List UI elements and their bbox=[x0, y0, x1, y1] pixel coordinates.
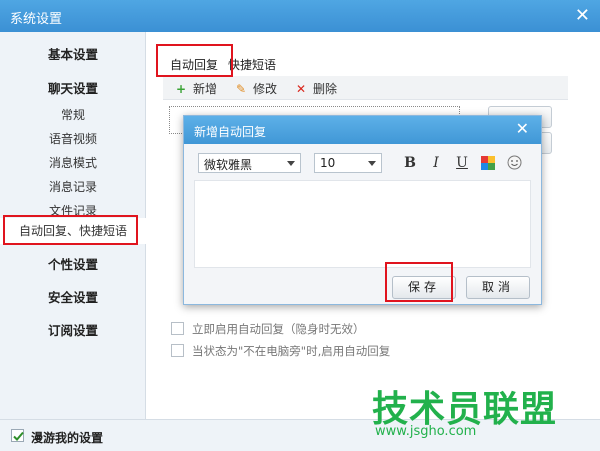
tab-auto-reply[interactable]: 自动回复 bbox=[170, 56, 218, 73]
delete-button[interactable]: ✕ 删除 bbox=[295, 80, 337, 97]
font-size-select[interactable]: 10 bbox=[314, 153, 382, 173]
checkbox-enable-now[interactable] bbox=[171, 322, 184, 335]
roam-label: 漫游我的设置 bbox=[31, 431, 104, 445]
delete-icon: ✕ bbox=[295, 82, 307, 96]
add-button[interactable]: + 新增 bbox=[175, 80, 217, 97]
cancel-button[interactable]: 取消 bbox=[466, 276, 530, 299]
new-auto-reply-dialog: 新增自动回复 ✕ 微软雅黑 10 B I U 保存 取消 bbox=[183, 115, 542, 305]
sidebar-section-chat[interactable]: 聊天设置 bbox=[0, 78, 146, 97]
edit-label: 修改 bbox=[253, 82, 278, 96]
roam-checkbox[interactable] bbox=[11, 429, 24, 442]
edit-button[interactable]: ✎ 修改 bbox=[235, 80, 277, 97]
sidebar-item-message-history[interactable]: 消息记录 bbox=[0, 178, 146, 195]
emoji-icon[interactable] bbox=[505, 153, 523, 173]
dialog-title-bar: 新增自动回复 ✕ bbox=[184, 116, 541, 144]
sidebar-item-auto-reply[interactable]: 自动回复、快捷短语 bbox=[0, 218, 146, 244]
sidebar-section-personal[interactable]: 个性设置 bbox=[0, 254, 146, 273]
sidebar-item-general[interactable]: 常规 bbox=[0, 106, 146, 123]
color-icon[interactable] bbox=[479, 153, 497, 173]
sidebar: 基本设置 聊天设置 常规 语音视频 消息模式 消息记录 文件记录 自动回复、快捷… bbox=[0, 32, 146, 419]
tab-quick-phrase[interactable]: 快捷短语 bbox=[228, 56, 276, 73]
underline-button[interactable]: U bbox=[453, 153, 471, 173]
sidebar-section-security[interactable]: 安全设置 bbox=[0, 287, 146, 306]
checkbox-away-enable[interactable] bbox=[171, 344, 184, 357]
pencil-icon: ✎ bbox=[235, 82, 247, 96]
option-away-enable-label: 当状态为"不在电脑旁"时,启用自动回复 bbox=[192, 344, 391, 358]
add-label: 新增 bbox=[193, 82, 218, 96]
sidebar-section-basic[interactable]: 基本设置 bbox=[0, 44, 146, 63]
dialog-title: 新增自动回复 bbox=[194, 125, 267, 139]
dialog-close-icon[interactable]: ✕ bbox=[516, 119, 529, 138]
sidebar-item-message-mode[interactable]: 消息模式 bbox=[0, 154, 146, 171]
reply-text-editor[interactable] bbox=[194, 180, 531, 268]
watermark: 技术员联盟 www.jsgho.com bbox=[372, 380, 562, 440]
chevron-down-icon bbox=[287, 161, 295, 166]
font-size-value: 10 bbox=[320, 156, 336, 170]
sidebar-item-voice-video[interactable]: 语音视频 bbox=[0, 130, 146, 147]
toolbar: + 新增 ✎ 修改 ✕ 删除 bbox=[163, 76, 568, 100]
save-button[interactable]: 保存 bbox=[392, 276, 456, 299]
delete-label: 删除 bbox=[313, 82, 338, 96]
sidebar-section-subscribe[interactable]: 订阅设置 bbox=[0, 320, 146, 339]
font-family-select[interactable]: 微软雅黑 bbox=[198, 153, 301, 173]
watermark-url: www.jsgho.com bbox=[375, 424, 477, 439]
font-family-value: 微软雅黑 bbox=[204, 158, 253, 172]
window-title: 系统设置 bbox=[10, 12, 63, 27]
italic-button[interactable]: I bbox=[427, 153, 445, 173]
bold-button[interactable]: B bbox=[401, 153, 419, 173]
title-bar: 系统设置 ✕ bbox=[0, 0, 600, 32]
option-enable-now-label: 立即启用自动回复（隐身时无效） bbox=[192, 322, 365, 336]
sidebar-item-file-history[interactable]: 文件记录 bbox=[0, 202, 146, 219]
checkmark-icon bbox=[13, 431, 24, 441]
plus-icon: + bbox=[175, 82, 187, 96]
close-icon[interactable]: ✕ bbox=[575, 5, 590, 26]
chevron-down-icon bbox=[368, 161, 376, 166]
